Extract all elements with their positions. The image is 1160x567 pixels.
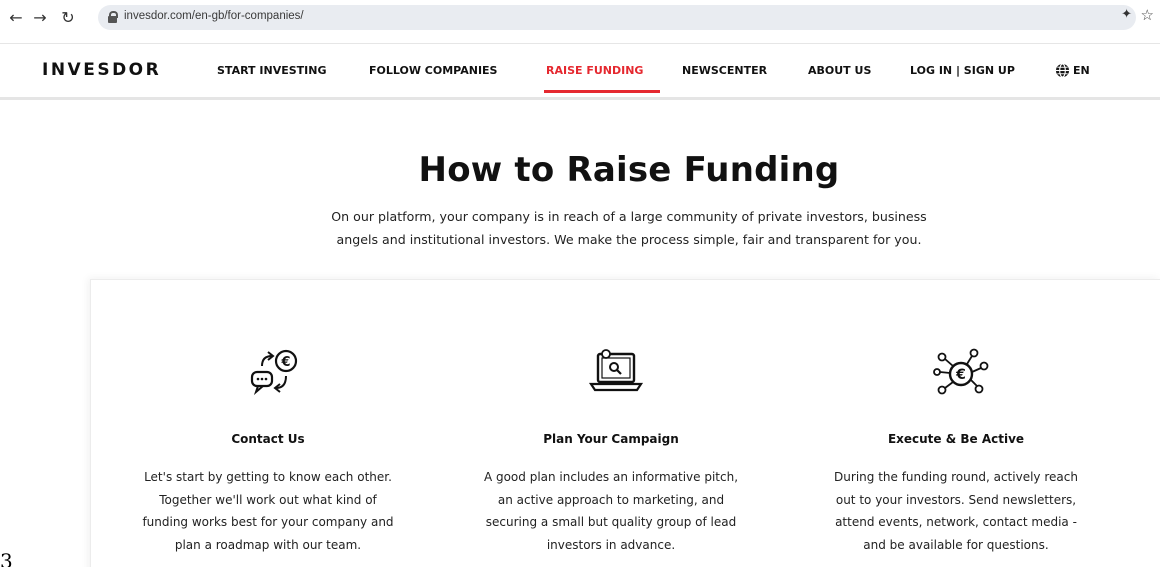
step-line: During the funding round, actively reach — [834, 470, 1078, 484]
invesdor-logo[interactable]: INVESDOR — [42, 60, 161, 80]
language-selector[interactable]: EN — [1073, 64, 1090, 77]
step-line: funding works best for your company and — [142, 515, 394, 529]
nav-about-us[interactable]: ABOUT US — [808, 64, 871, 77]
back-icon[interactable]: ← — [6, 8, 26, 28]
step-line: A good plan includes an informative pitc… — [483, 470, 739, 484]
extension-icon[interactable]: ✦ — [1121, 7, 1132, 22]
intro-line: angels and institutional investors. We m… — [336, 232, 922, 247]
nav-login-signup[interactable]: LOG IN | SIGN UP — [910, 64, 1015, 77]
page-number: 3 — [0, 549, 13, 567]
svg-text:€: € — [955, 367, 966, 383]
euro-network-icon: € — [933, 348, 989, 395]
nav-newscenter[interactable]: NEWSCENTER — [682, 64, 767, 77]
steps-card: € Contact Us Let's start by getting to k… — [90, 279, 1160, 567]
nav-start-investing[interactable]: START INVESTING — [217, 64, 326, 77]
intro-line: On our platform, your company is in reac… — [331, 209, 927, 224]
nav-raise-funding[interactable]: RAISE FUNDING — [546, 64, 643, 77]
bookmark-star-icon[interactable]: ☆ — [1141, 6, 1154, 24]
forward-icon[interactable]: → — [30, 8, 50, 28]
lock-icon[interactable] — [108, 11, 118, 23]
url-text[interactable]: invesdor.com/en-gb/for-companies/ — [124, 10, 304, 22]
address-bar[interactable]: invesdor.com/en-gb/for-companies/ — [98, 5, 1136, 30]
step-line: securing a small but quality group of le… — [485, 515, 737, 529]
step-description: A good plan includes an informative pitc… — [461, 466, 761, 556]
step-line: Together we'll work out what kind of — [159, 492, 377, 507]
browser-toolbar: ← → ↻ invesdor.com/en-gb/for-companies/ … — [0, 0, 1160, 44]
step-description: Let's start by getting to know each othe… — [118, 466, 418, 556]
page-intro: On our platform, your company is in reac… — [0, 205, 1160, 251]
reload-icon[interactable]: ↻ — [58, 8, 78, 28]
step-description: During the funding round, actively reach… — [806, 466, 1106, 556]
active-nav-underline — [544, 90, 660, 93]
page-title: How to Raise Funding — [418, 150, 840, 190]
step-line: and be available for questions. — [863, 537, 1049, 552]
svg-text:€: € — [280, 355, 290, 370]
step-title: Execute & Be Active — [887, 432, 1025, 446]
step-line: Let's start by getting to know each othe… — [144, 470, 392, 484]
laptop-search-icon — [588, 349, 644, 392]
step-line: an active approach to marketing, and — [497, 492, 725, 507]
step-line: investors in advance. — [546, 537, 676, 552]
step-line: out to your investors. Send newsletters, — [835, 492, 1077, 507]
step-line: plan a roadmap with our team. — [174, 537, 362, 552]
step-title: Plan Your Campaign — [543, 432, 679, 446]
nav-follow-companies[interactable]: FOLLOW COMPANIES — [369, 64, 497, 77]
exchange-euro-icon: € — [250, 349, 298, 396]
step-line: attend events, network, contact media - — [835, 515, 1077, 529]
globe-icon[interactable] — [1055, 63, 1070, 78]
step-title: Contact Us — [231, 432, 305, 446]
site-header: INVESDOR START INVESTING FOLLOW COMPANIE… — [0, 44, 1160, 100]
